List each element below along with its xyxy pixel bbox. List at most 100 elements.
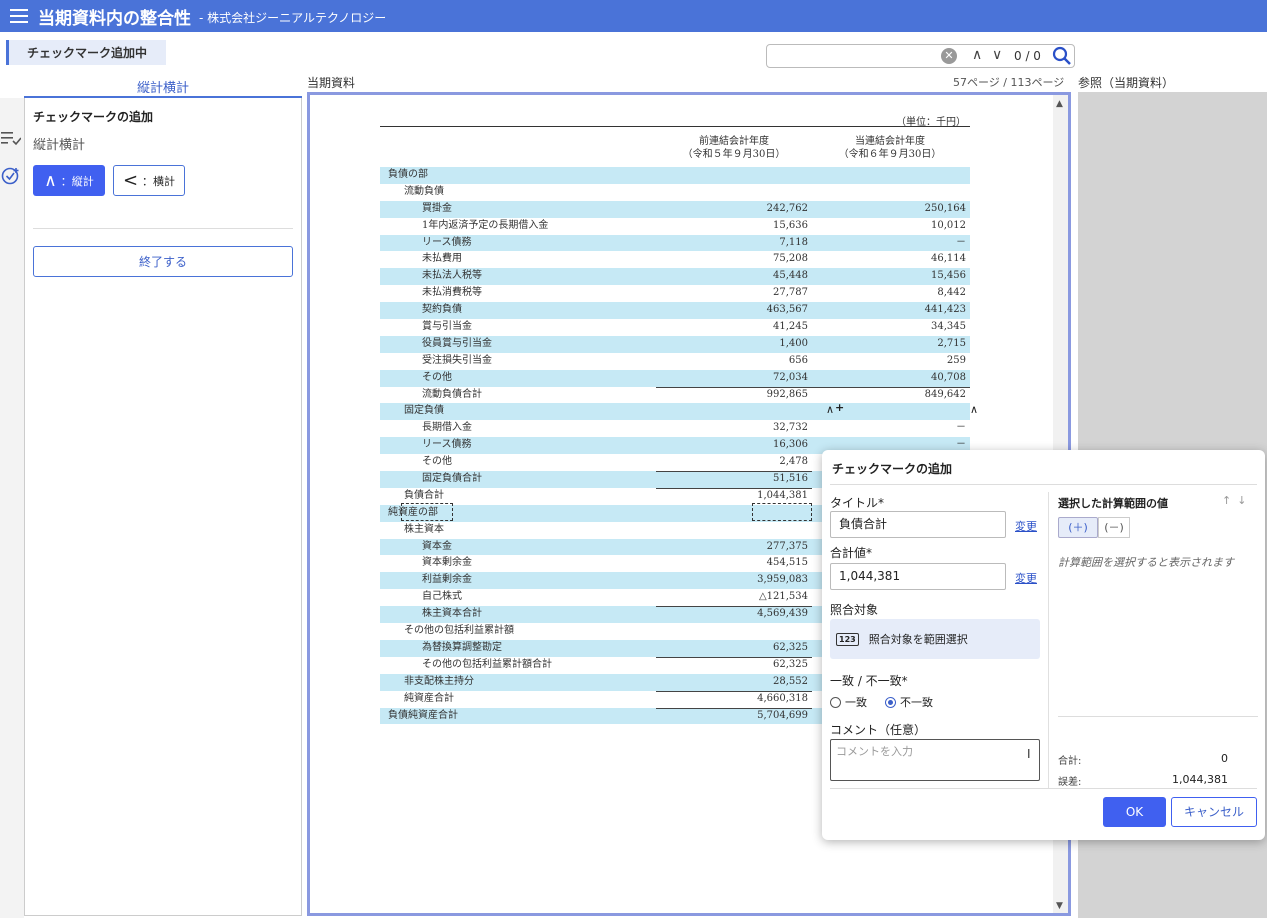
prior-year-value: △121,534 <box>758 591 808 603</box>
text-cursor-icon: I <box>1027 747 1031 761</box>
dialog-title: チェックマークの追加 <box>832 462 953 476</box>
current-year-date: （令和６年９月30日） <box>838 149 942 160</box>
row-label: リース債務 <box>422 236 472 248</box>
prior-year-value: 45,448 <box>773 270 808 282</box>
row-label: その他の包括利益累計額合計 <box>422 658 552 670</box>
statement-row[interactable]: 1年内返済予定の長期借入金 15,636 10,012 <box>380 218 970 235</box>
prior-year-value: 2,478 <box>779 456 808 468</box>
selected-value-box[interactable] <box>752 503 812 521</box>
row-label: 受注損失引当金 <box>422 354 492 366</box>
statement-row[interactable]: 負債の部 <box>380 167 970 184</box>
comment-input[interactable]: コメントを入力 <box>830 739 1040 781</box>
row-label: 役員賞与引当金 <box>422 337 492 349</box>
check-mark-vertical[interactable]: ∧ <box>826 403 834 416</box>
row-label: その他の包括利益累計額 <box>404 625 514 637</box>
row-label: 未払法人税等 <box>422 270 482 282</box>
sort-arrows-icon[interactable]: ↑↓ <box>1222 494 1252 507</box>
row-label: 為替換算調整勘定 <box>422 641 502 653</box>
statement-row[interactable]: 買掛金 242,762 250,164 <box>380 200 970 218</box>
total-field[interactable]: 1,044,381 <box>830 563 1006 590</box>
statement-row[interactable]: 未払費用 75,208 46,114 <box>380 251 970 268</box>
column-headers: 前連結会計年度 （令和５年９月30日） 当連結会計年度 （令和６年９月30日） <box>380 127 970 167</box>
mode-badge: チェックマーク追加中 <box>6 40 166 65</box>
current-year-value: 441,423 <box>924 304 966 316</box>
match-radio[interactable] <box>830 696 841 708</box>
chevron-down-icon[interactable]: ∨ <box>992 47 1002 63</box>
cancel-button[interactable]: キャンセル <box>1171 797 1257 827</box>
title-field[interactable]: 負債合計 <box>830 511 1006 538</box>
current-year-header: 当連結会計年度 （令和６年９月30日） <box>820 135 960 161</box>
dialog-column-divider <box>1048 492 1049 788</box>
minus-toggle[interactable]: (－) <box>1098 517 1130 538</box>
prior-year-header: 前連結会計年度 （令和５年９月30日） <box>664 135 804 161</box>
select-range-button[interactable]: 123 照合対象を範囲選択 <box>830 619 1040 659</box>
mismatch-radio[interactable] <box>885 696 896 708</box>
select-range-label: 照合対象を範囲選択 <box>868 633 968 646</box>
check-panel: チェックマークの追加 縦計横計 ∧ ：縦計 < ：横計 終了する <box>24 98 302 916</box>
prior-year-value: 454,515 <box>766 557 808 569</box>
difference-label: 誤差: <box>1058 777 1082 788</box>
current-year-value: － <box>956 236 966 248</box>
statement-row[interactable]: 賞与引当金 41,245 34,345 <box>380 319 970 336</box>
checklist-icon[interactable] <box>1 130 22 146</box>
horizontal-sum-button[interactable]: < ：横計 <box>113 165 185 196</box>
vertical-sum-button[interactable]: ∧ ：縦計 <box>33 165 105 196</box>
current-year-value: 46,114 <box>931 253 966 265</box>
row-label: 1年内返済予定の長期借入金 <box>422 219 549 231</box>
vertical-sum-symbol: ∧ <box>44 170 57 191</box>
chevron-up-icon[interactable]: ∧ <box>972 47 982 63</box>
selected-title-box[interactable] <box>401 503 453 521</box>
app-header: 当期資料内の整合性 - 株式会社ジーニアルテクノロジー <box>0 0 1267 32</box>
plus-toggle[interactable]: (＋) <box>1058 517 1098 538</box>
statement-row[interactable]: 長期借入金 32,732 － <box>380 420 970 437</box>
statement-row[interactable]: 受注損失引当金 656 259 <box>380 353 970 370</box>
prior-year-value: 277,375 <box>766 540 808 552</box>
current-year-value: 259 <box>946 354 966 366</box>
match-label: 一致 / 不一致* <box>830 674 908 688</box>
statement-row[interactable]: 契約負債 463,567 441,423 <box>380 302 970 320</box>
statement-row[interactable]: 未払法人税等 45,448 15,456 <box>380 268 970 286</box>
scroll-up-icon[interactable]: ▲ <box>1056 99 1063 109</box>
panel-heading: チェックマークの追加 <box>33 110 154 124</box>
statement-row[interactable]: リース債務 7,118 － <box>380 234 970 252</box>
prior-year-value: 463,567 <box>766 304 808 316</box>
match-count: 0 / 0 <box>1014 49 1041 63</box>
row-label: 買掛金 <box>422 202 452 214</box>
search-icon[interactable] <box>1052 46 1072 66</box>
crosshair-cursor: + <box>835 401 845 414</box>
check-mark-vertical-2[interactable]: ∧ <box>970 403 978 416</box>
horizontal-sum-label: ：横計 <box>142 174 176 188</box>
horizontal-sum-symbol: < <box>122 170 139 191</box>
prior-year-value: 27,787 <box>773 287 808 299</box>
number-icon: 123 <box>836 632 859 646</box>
change-total-link[interactable]: 変更 <box>1015 570 1037 586</box>
search-input[interactable] <box>773 45 943 67</box>
statement-row[interactable]: 流動負債 <box>380 184 970 201</box>
tab-vertical-horizontal[interactable]: 縦計横計 <box>24 74 302 98</box>
current-year-value: 849,642 <box>924 388 966 400</box>
statement-row[interactable]: その他 72,034 40,708 <box>380 369 970 387</box>
scroll-down-icon[interactable]: ▼ <box>1056 901 1063 911</box>
statement-row[interactable]: 役員賞与引当金 1,400 2,715 <box>380 335 970 353</box>
row-label: 純資産合計 <box>404 692 454 704</box>
clear-icon[interactable]: ✕ <box>941 48 957 64</box>
comment-label: コメント（任意） <box>830 723 927 737</box>
prior-year-date: （令和５年９月30日） <box>682 149 786 160</box>
change-title-link[interactable]: 変更 <box>1015 518 1037 534</box>
prior-year-value: 28,552 <box>773 675 808 687</box>
add-check-icon[interactable] <box>1 166 21 186</box>
page-title: 当期資料内の整合性 <box>38 8 191 29</box>
statement-row[interactable]: 流動負債合計 992,865 849,642 <box>380 386 970 404</box>
current-year-title: 当連結会計年度 <box>855 136 925 147</box>
statement-row[interactable]: 固定負債 <box>380 403 970 421</box>
row-label: 長期借入金 <box>422 422 472 434</box>
row-label: 株主資本 <box>404 523 444 535</box>
finish-button[interactable]: 終了する <box>33 246 293 277</box>
row-label: 株主資本合計 <box>422 608 482 620</box>
menu-icon[interactable] <box>0 0 38 32</box>
selected-range-title: 選択した計算範囲の値 <box>1058 497 1168 510</box>
ok-button[interactable]: OK <box>1103 797 1166 827</box>
statement-row[interactable]: 未払消費税等 27,787 8,442 <box>380 285 970 302</box>
row-label: その他 <box>422 371 452 383</box>
prior-year-value: 72,034 <box>773 371 808 383</box>
